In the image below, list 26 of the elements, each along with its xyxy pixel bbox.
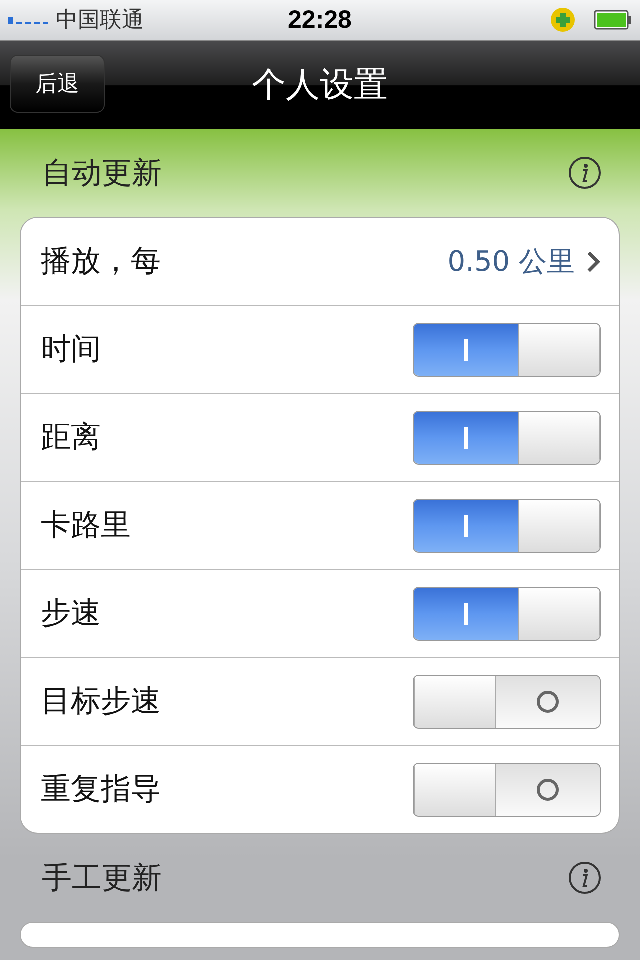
toggle-switch[interactable]: [413, 498, 601, 552]
battery-icon: [594, 10, 632, 30]
row-label: 目标步速: [41, 683, 162, 721]
back-button[interactable]: 后退: [10, 55, 105, 113]
section-title: 手工更新: [42, 860, 162, 898]
row-label: 重复指导: [41, 771, 162, 809]
row-label: 距离: [41, 419, 102, 457]
carrier-name: 中国联通: [56, 7, 144, 35]
toggle-switch[interactable]: [413, 410, 601, 464]
toggle-switch[interactable]: [413, 322, 601, 376]
info-icon[interactable]: [568, 156, 602, 190]
toggle-switch[interactable]: [413, 674, 601, 728]
row-label: 播放，每: [41, 243, 162, 281]
chevron-icon: [587, 250, 601, 272]
page-title: 个人设置: [252, 64, 388, 107]
toggle-switch[interactable]: [413, 762, 601, 816]
plus-icon: [550, 7, 576, 33]
section-title: 自动更新: [42, 154, 162, 192]
toggle-switch[interactable]: [413, 586, 601, 640]
row-label: 卡路里: [41, 507, 132, 545]
status-time: 22:28: [288, 6, 352, 34]
row-label: 时间: [41, 331, 102, 369]
info-icon[interactable]: [568, 861, 602, 895]
row-value[interactable]: 0.50 公里: [448, 242, 575, 280]
signal-icon: [8, 15, 48, 25]
row-label: 步速: [41, 595, 102, 633]
